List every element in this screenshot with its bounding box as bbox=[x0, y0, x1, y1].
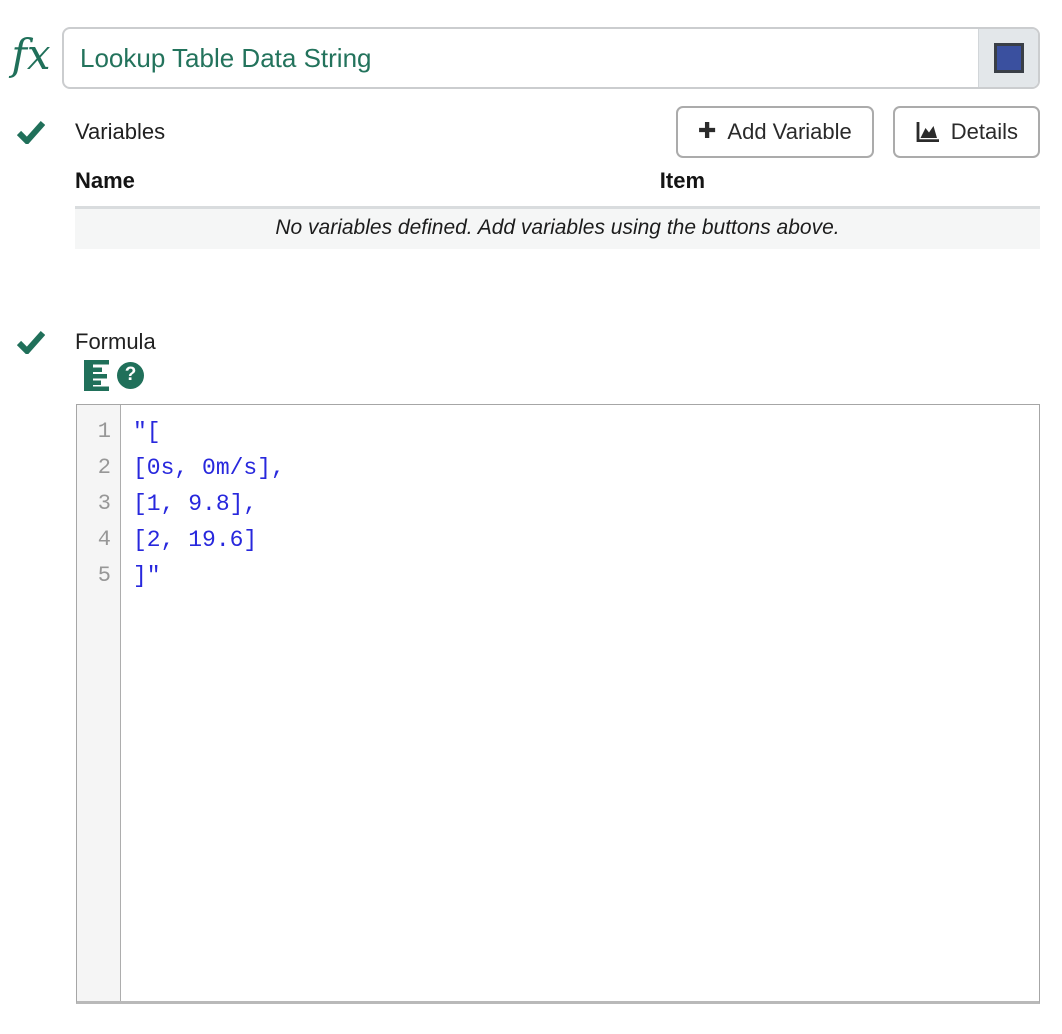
variables-table-header: Name Item bbox=[75, 158, 1040, 206]
code-line: ]" bbox=[133, 558, 1031, 594]
line-number: 5 bbox=[77, 558, 120, 594]
question-circle-icon[interactable]: ? bbox=[117, 362, 144, 389]
line-number: 3 bbox=[77, 486, 120, 522]
color-swatch-button[interactable] bbox=[978, 29, 1038, 87]
add-variable-button-label: Add Variable bbox=[727, 119, 851, 145]
fx-icon: fx bbox=[0, 27, 62, 89]
editor-code-area[interactable]: "[ [0s, 0m/s], [1, 9.8], [2, 19.6] ]" bbox=[121, 405, 1039, 1001]
line-number: 1 bbox=[77, 414, 120, 450]
add-variable-button[interactable]: ✚ Add Variable bbox=[676, 106, 874, 158]
formula-toolbar: ? bbox=[84, 359, 1062, 391]
check-icon bbox=[17, 120, 45, 144]
plus-icon: ✚ bbox=[698, 121, 716, 143]
variables-empty-message: No variables defined. Add variables usin… bbox=[75, 206, 1040, 249]
variables-section-header: Variables ✚ Add Variable Details bbox=[0, 106, 1040, 158]
code-line: [2, 19.6] bbox=[133, 522, 1031, 558]
formula-section-header: Formula bbox=[0, 329, 1040, 355]
line-number: 4 bbox=[77, 522, 120, 558]
code-line: [0s, 0m/s], bbox=[133, 450, 1031, 486]
variables-buttons: ✚ Add Variable Details bbox=[676, 106, 1040, 158]
editor-line-number-gutter: 1 2 3 4 5 bbox=[77, 405, 121, 1001]
check-icon bbox=[17, 330, 45, 354]
details-button-label: Details bbox=[951, 119, 1018, 145]
code-line: [1, 9.8], bbox=[133, 486, 1031, 522]
formula-section-label: Formula bbox=[75, 329, 156, 355]
color-swatch-icon bbox=[994, 43, 1024, 73]
list-lines-icon[interactable] bbox=[84, 360, 109, 391]
line-number: 2 bbox=[77, 450, 120, 486]
formula-code-editor: 1 2 3 4 5 "[ [0s, 0m/s], [1, 9.8], [2, 1… bbox=[76, 404, 1040, 1004]
details-button[interactable]: Details bbox=[893, 106, 1040, 158]
column-header-name: Name bbox=[75, 168, 660, 194]
area-chart-icon bbox=[915, 121, 940, 143]
column-header-item: Item bbox=[660, 168, 1040, 194]
variables-table: Name Item No variables defined. Add vari… bbox=[75, 158, 1040, 249]
code-line: "[ bbox=[133, 414, 1031, 450]
variables-section-label: Variables bbox=[75, 119, 165, 145]
feature-name-input-group bbox=[62, 27, 1040, 89]
feature-name-input[interactable] bbox=[64, 29, 978, 87]
fx-icon-glyph: fx bbox=[11, 34, 50, 82]
feature-name-row: fx bbox=[0, 27, 1040, 89]
question-glyph: ? bbox=[125, 364, 137, 386]
variables-valid-check bbox=[0, 120, 75, 144]
formula-valid-check bbox=[0, 330, 75, 354]
